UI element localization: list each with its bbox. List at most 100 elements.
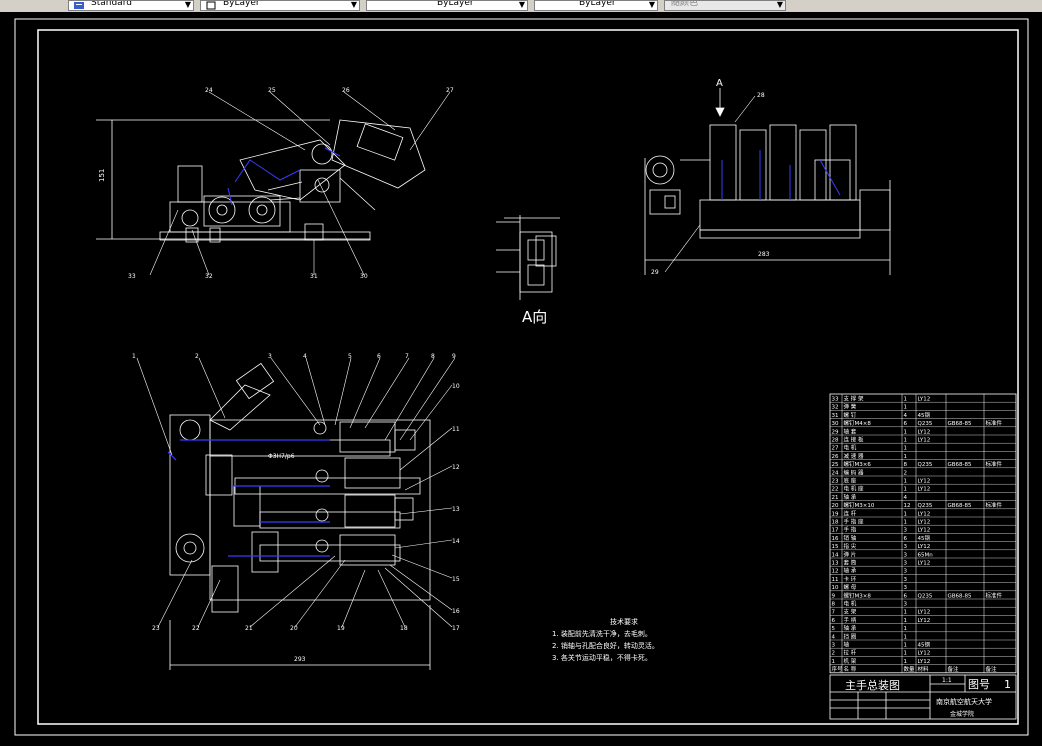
bom-cell: LY12	[918, 438, 931, 444]
bom-cell: 螺钉M3×8	[844, 591, 872, 599]
chevron-down-icon: ▼	[184, 0, 191, 9]
bom-cell: 1	[904, 634, 908, 640]
bom-cell: 3	[904, 552, 908, 558]
bom-cell: 3	[904, 528, 908, 534]
bom-cell: 29	[832, 429, 839, 435]
bom-cell: 2	[904, 470, 908, 476]
linetype-dropdown[interactable]: ByLayer ▼	[366, 0, 528, 11]
bom-cell: 1	[904, 643, 908, 649]
bom-cell: GB68-85	[948, 593, 973, 599]
bom-cell: 45钢	[918, 534, 931, 542]
bottom-left-leaders	[136, 357, 456, 628]
layer-dropdown[interactable]: ByLayer ▼	[200, 0, 360, 11]
bom-cell: LY12	[918, 520, 931, 526]
bom-cell: 挡 圈	[844, 632, 857, 640]
inner-border	[37, 29, 1019, 725]
bom-cell: 13	[832, 561, 839, 567]
bom-cell: 11	[832, 577, 839, 583]
bom-cell: 12	[832, 569, 839, 575]
bom-cell: LY12	[918, 618, 931, 624]
bom-cell: 1	[904, 610, 908, 616]
bom-cell: 手 指 座	[844, 518, 864, 526]
drawing-no: 1	[1004, 678, 1011, 691]
bom-cell: 10	[832, 585, 839, 591]
balloon-30: 30	[360, 273, 368, 280]
bom-header-cell: 备注	[986, 665, 998, 673]
bom-cell: 标准件	[986, 419, 1003, 427]
bom-cell: 26	[832, 454, 839, 460]
balloon-21: 21	[245, 625, 253, 632]
bom-cell: 3	[904, 561, 908, 567]
bom-cell: 标准件	[986, 501, 1003, 509]
bom-cell: 机 架	[844, 657, 857, 665]
balloon-12: 12	[452, 464, 460, 471]
balloon-29: 29	[651, 269, 659, 276]
bom-cell: 19	[832, 511, 839, 517]
bom-cell: 螺 钉	[844, 411, 857, 419]
balloon-19: 19	[337, 625, 345, 632]
bom-cell: GB68-85	[948, 503, 973, 509]
balloon-14: 14	[452, 538, 460, 545]
balloon-23: 23	[152, 625, 160, 632]
plotstyle-dropdown[interactable]: 随颜色 ▼	[664, 0, 786, 11]
drawing-canvas[interactable]: 151 24 25 26 27 30 31 32 33 A向 A 283 28 …	[0, 12, 1042, 742]
bom-cell: 21	[832, 495, 839, 501]
bom-table: 33 支 撑 架 1 LY1232 弹 簧 131 螺 钉 4 45钢30 螺钉M4×8 6 Q235…	[829, 393, 1017, 674]
bom-cell: 底 座	[844, 477, 857, 485]
bom-cell: 1	[904, 626, 908, 632]
bom-cell: 3	[904, 577, 908, 583]
bom-cell: 指 尖	[844, 542, 857, 550]
bom-cell: 1	[904, 520, 908, 526]
bom-cell: 12	[904, 503, 911, 509]
bom-cell: LY12	[918, 397, 931, 403]
balloon-27: 27	[446, 87, 454, 94]
bom-cell: LY12	[918, 561, 931, 567]
bom-cell: LY12	[918, 511, 931, 517]
bom-cell: 卡 环	[844, 575, 857, 583]
bom-cell: 1	[904, 511, 908, 517]
bom-cell: 轴 承	[844, 567, 857, 575]
chevron-down-icon: ▼	[350, 0, 357, 9]
bom-cell: 轴	[844, 641, 850, 649]
bom-cell: 弹 簧	[844, 403, 857, 411]
bom-cell: Q235	[918, 421, 933, 427]
bom-cell: 8	[832, 602, 836, 608]
balloon-10: 10	[452, 383, 460, 390]
bom-cell: 手 柄	[844, 616, 857, 624]
balloon-31: 31	[310, 273, 318, 280]
bom-cell: 标准件	[986, 460, 1003, 468]
textstyle-icon	[74, 2, 84, 9]
bom-header-cell: 材料	[918, 665, 930, 673]
bom-cell: LY12	[918, 544, 931, 550]
bom-cell: 6	[904, 536, 908, 542]
bom-cell: 销 轴	[844, 534, 857, 542]
bom-cell: 螺钉M3×10	[844, 501, 875, 509]
technical-requirements: 技术要求 1. 装配前先清洗干净，去毛刺。 2. 销轴与孔配合良好，转动灵活。 …	[552, 617, 659, 662]
bottom-left-view	[169, 362, 431, 670]
top-left-view: 151	[96, 119, 426, 243]
tech-note-3: 3. 各关节运动平稳，不得卡死。	[552, 653, 652, 662]
lineweight-dropdown[interactable]: ByLayer ▼	[534, 0, 658, 11]
bom-cell: 1	[904, 405, 908, 411]
textstyle-dropdown[interactable]: Standard ▼	[68, 0, 194, 11]
dept-name: 金城学院	[950, 710, 974, 718]
balloon-22: 22	[192, 625, 200, 632]
bom-cell: 16	[832, 536, 839, 542]
bom-cell: 1	[832, 659, 836, 665]
balloon-32: 32	[205, 273, 213, 280]
bom-cell: 18	[832, 520, 839, 526]
bom-cell: 6	[832, 618, 836, 624]
drawing-svg: 151 24 25 26 27 30 31 32 33 A向 A 283 28 …	[14, 18, 1029, 736]
balloon-8: 8	[431, 353, 435, 360]
title-block-text: 主手总装图 图号 1 1:1 南京航空航天大学 金城学院	[845, 677, 1011, 718]
lineweight-value: ByLayer	[579, 0, 616, 8]
balloon-24: 24	[205, 87, 213, 94]
bom-header-cell: 数量	[904, 665, 916, 673]
bom-cell: 23	[832, 479, 839, 485]
balloon-26: 26	[342, 87, 350, 94]
tech-note-1: 1. 装配前先清洗干净，去毛刺。	[552, 629, 652, 638]
bom-cell: Q235	[918, 503, 933, 509]
bom-cell: 33	[832, 397, 839, 403]
balloon-17: 17	[452, 625, 460, 632]
bom-cell: 28	[832, 438, 839, 444]
